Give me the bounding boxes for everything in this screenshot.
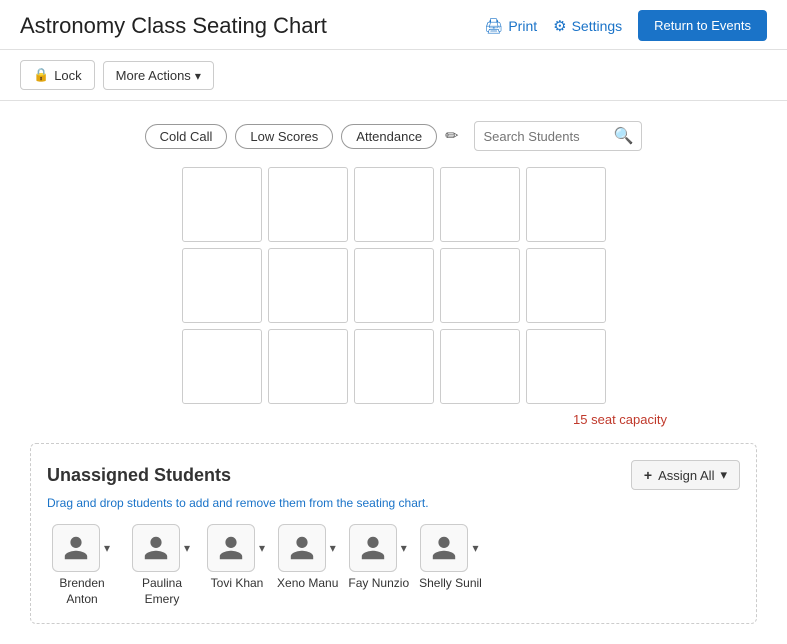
top-actions: Print Settings Return to Events xyxy=(484,10,767,41)
seat-cell[interactable] xyxy=(182,167,262,242)
student-avatar-row: ▾ xyxy=(420,524,480,572)
main-content: Cold Call Low Scores Attendance ✏ 🔍 15 s… xyxy=(0,101,787,644)
chevron-down-icon xyxy=(195,68,201,83)
search-input[interactable] xyxy=(483,129,613,144)
avatar xyxy=(52,524,100,572)
more-actions-label: More Actions xyxy=(116,68,191,83)
student-dropdown[interactable]: ▾ xyxy=(257,541,267,555)
assign-all-label: Assign All xyxy=(658,468,714,483)
settings-label: Settings xyxy=(572,18,623,34)
student-name: Brenden Anton xyxy=(47,576,117,607)
unassigned-header: Unassigned Students + Assign All ▾ xyxy=(47,460,740,490)
assign-all-chevron-icon: ▾ xyxy=(720,467,727,483)
avatar xyxy=(132,524,180,572)
student-item[interactable]: ▾ Fay Nunzio xyxy=(348,524,409,592)
student-avatar-row: ▾ xyxy=(52,524,112,572)
settings-link[interactable]: Settings xyxy=(553,17,622,35)
seat-cell[interactable] xyxy=(526,329,606,404)
seat-cell[interactable] xyxy=(526,167,606,242)
lock-button[interactable]: Lock xyxy=(20,60,95,90)
student-avatar-row: ▾ xyxy=(349,524,409,572)
unassigned-panel: Unassigned Students + Assign All ▾ Drag … xyxy=(30,443,757,624)
seat-cell[interactable] xyxy=(268,248,348,323)
gear-icon xyxy=(553,17,566,35)
student-avatar-row: ▾ xyxy=(207,524,267,572)
toolbar-left: Lock More Actions xyxy=(20,60,214,90)
student-list: ▾ Brenden Anton ▾ Paulina Emery ▾ Tovi Khan ▾ X… xyxy=(47,524,740,607)
seat-cell[interactable] xyxy=(440,248,520,323)
search-icon: 🔍 xyxy=(613,128,633,145)
seat-cell[interactable] xyxy=(182,329,262,404)
student-name: Shelly Sunil xyxy=(419,576,482,592)
top-bar: Astronomy Class Seating Chart Print Sett… xyxy=(0,0,787,50)
edit-filters-icon[interactable]: ✏ xyxy=(445,126,458,146)
seat-cell[interactable] xyxy=(354,248,434,323)
avatar xyxy=(349,524,397,572)
page-title: Astronomy Class Seating Chart xyxy=(20,13,327,39)
student-item[interactable]: ▾ Shelly Sunil xyxy=(419,524,482,592)
seating-grid xyxy=(182,167,606,404)
unassigned-title: Unassigned Students xyxy=(47,465,231,486)
filter-row: Cold Call Low Scores Attendance ✏ 🔍 xyxy=(20,121,767,151)
student-dropdown[interactable]: ▾ xyxy=(328,541,338,555)
toolbar: Lock More Actions xyxy=(0,50,787,101)
student-dropdown[interactable]: ▾ xyxy=(470,541,480,555)
student-name: Paulina Emery xyxy=(127,576,197,607)
student-item[interactable]: ▾ Xeno Manu xyxy=(277,524,338,592)
assign-all-button[interactable]: + Assign All ▾ xyxy=(631,460,740,490)
lock-label: Lock xyxy=(54,68,81,83)
lock-icon xyxy=(33,67,49,83)
seat-cell[interactable] xyxy=(526,248,606,323)
student-dropdown[interactable]: ▾ xyxy=(399,541,409,555)
seat-cell[interactable] xyxy=(440,167,520,242)
seat-cell[interactable] xyxy=(354,329,434,404)
student-dropdown[interactable]: ▾ xyxy=(182,541,192,555)
seat-cell[interactable] xyxy=(268,329,348,404)
student-name: Tovi Khan xyxy=(211,576,264,592)
student-avatar-row: ▾ xyxy=(278,524,338,572)
student-avatar-row: ▾ xyxy=(132,524,192,572)
avatar xyxy=(278,524,326,572)
more-actions-button[interactable]: More Actions xyxy=(103,61,214,90)
student-item[interactable]: ▾ Tovi Khan xyxy=(207,524,267,592)
student-dropdown[interactable]: ▾ xyxy=(102,541,112,555)
print-label: Print xyxy=(508,18,537,34)
drag-hint: Drag and drop students to add and remove… xyxy=(47,496,740,510)
student-name: Xeno Manu xyxy=(277,576,338,592)
attendance-filter[interactable]: Attendance xyxy=(341,124,437,149)
seat-cell[interactable] xyxy=(354,167,434,242)
avatar xyxy=(207,524,255,572)
search-button[interactable]: 🔍 xyxy=(613,126,633,146)
plus-icon: + xyxy=(644,467,652,483)
capacity-label: 15 seat capacity xyxy=(20,412,767,427)
seating-grid-wrapper xyxy=(20,167,767,404)
seat-cell[interactable] xyxy=(268,167,348,242)
seat-cell[interactable] xyxy=(182,248,262,323)
return-to-events-button[interactable]: Return to Events xyxy=(638,10,767,41)
cold-call-filter[interactable]: Cold Call xyxy=(145,124,228,149)
student-item[interactable]: ▾ Paulina Emery xyxy=(127,524,197,607)
low-scores-filter[interactable]: Low Scores xyxy=(235,124,333,149)
avatar xyxy=(420,524,468,572)
student-item[interactable]: ▾ Brenden Anton xyxy=(47,524,117,607)
student-name: Fay Nunzio xyxy=(348,576,409,592)
print-icon xyxy=(484,17,503,35)
print-link[interactable]: Print xyxy=(484,17,537,35)
search-box: 🔍 xyxy=(474,121,642,151)
seat-cell[interactable] xyxy=(440,329,520,404)
